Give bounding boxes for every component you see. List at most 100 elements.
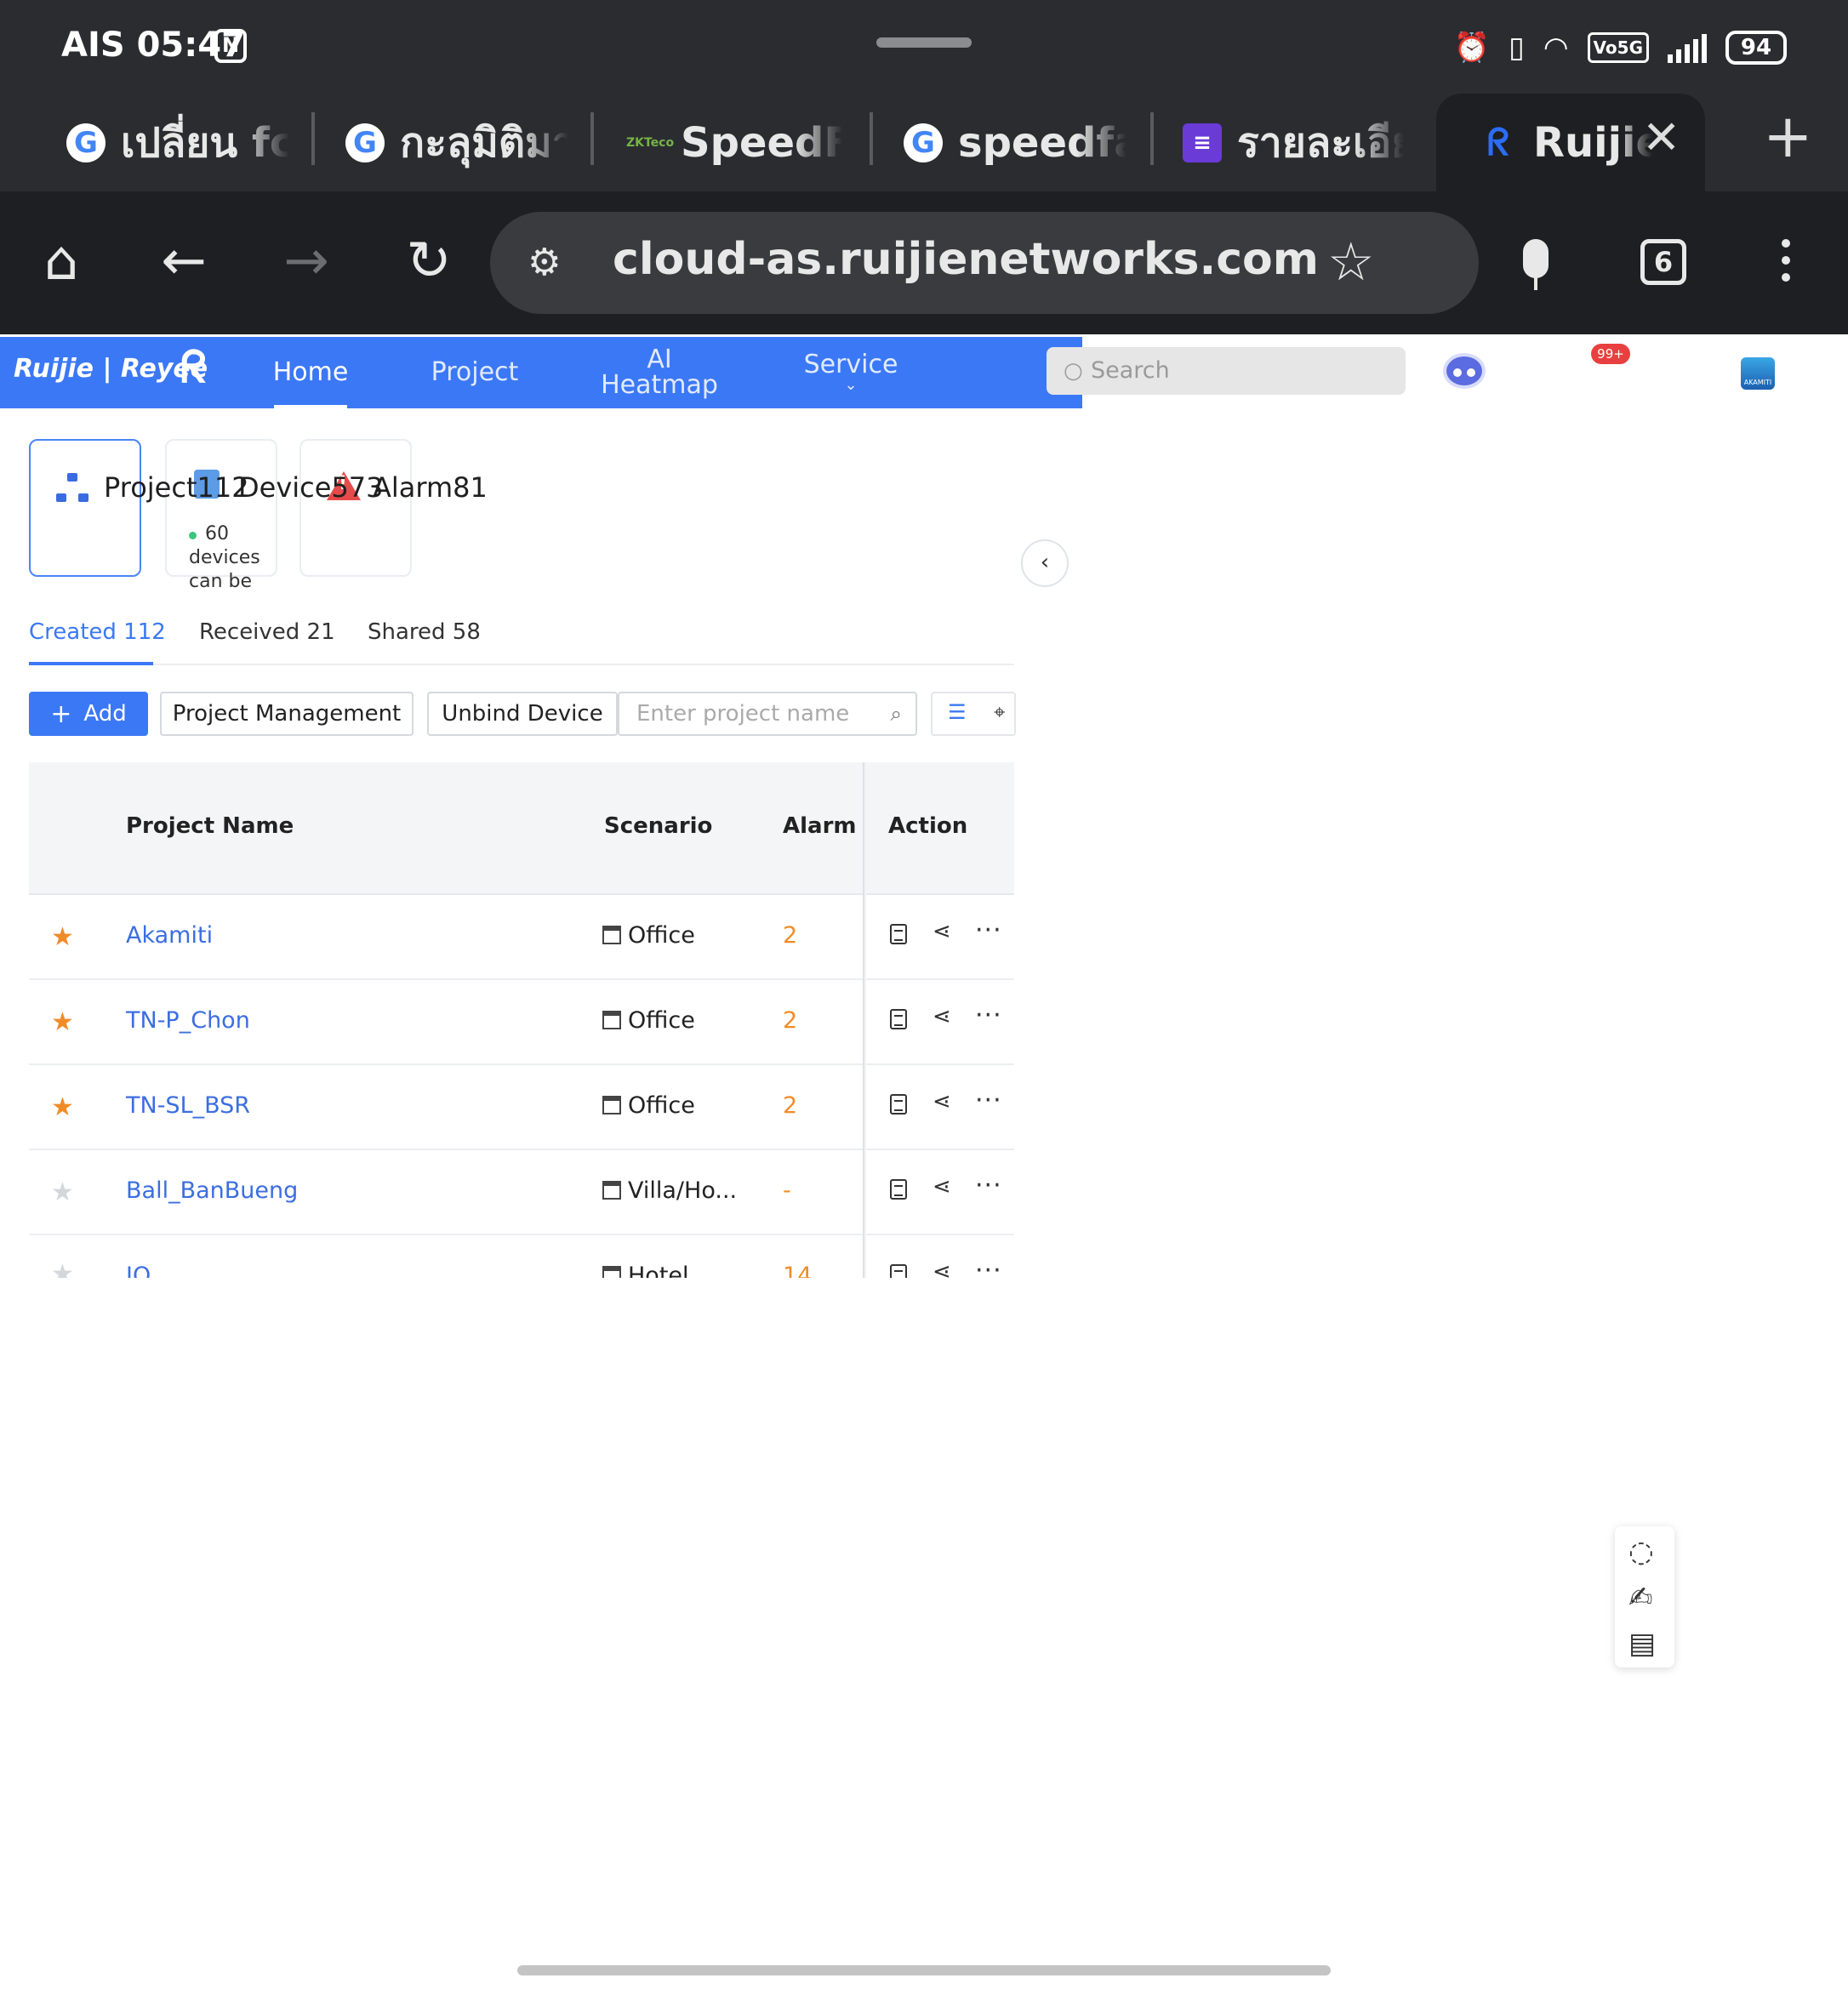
col-scenario[interactable]: Scenario xyxy=(604,813,712,839)
tab-received[interactable]: Received 21 xyxy=(199,619,335,645)
user-avatar[interactable]: AKAMITI xyxy=(1741,357,1775,390)
details-icon[interactable] xyxy=(890,1179,907,1200)
add-button[interactable]: + Add xyxy=(29,692,148,736)
tab-shared[interactable]: Shared 58 xyxy=(368,619,481,645)
home-icon[interactable]: ⌂ xyxy=(27,227,95,295)
col-alarm[interactable]: Alarm xyxy=(783,813,857,839)
chat-icon[interactable]: ◌ xyxy=(1628,1535,1654,1569)
chevron-down-icon: ⌄ xyxy=(844,376,858,394)
nav-ai-heatmap[interactable]: AI Heatmap xyxy=(599,337,720,408)
alarm-stat-card[interactable] xyxy=(299,439,412,577)
alarm-count[interactable]: 2 xyxy=(783,922,797,949)
star-icon[interactable]: ★ xyxy=(51,1092,74,1122)
alarm-clock-icon: ⏰ xyxy=(1453,31,1491,65)
list-view-icon[interactable]: ☰ xyxy=(948,700,967,724)
details-icon[interactable] xyxy=(890,1264,907,1278)
share-icon[interactable]: ⋖ xyxy=(933,1259,951,1278)
map-view-icon[interactable]: ⌖ xyxy=(994,700,1006,724)
address-bar[interactable]: ⚙ cloud-as.ruijienetworks.com/macc! ☆ xyxy=(490,212,1479,314)
site-settings-icon[interactable]: ⚙ xyxy=(528,241,561,284)
microphone-icon[interactable] xyxy=(1523,239,1549,278)
more-icon[interactable]: ··· xyxy=(975,1171,1002,1200)
back-icon[interactable]: ← xyxy=(150,227,218,295)
reload-icon[interactable]: ↻ xyxy=(395,227,463,295)
scenario-cell: Hotel xyxy=(602,1263,689,1278)
star-icon[interactable]: ★ xyxy=(51,1259,74,1278)
alarm-count[interactable]: - xyxy=(783,1177,791,1204)
bookmark-star-icon[interactable]: ☆ xyxy=(1327,231,1375,293)
details-icon[interactable] xyxy=(890,1094,907,1115)
col-action: Action xyxy=(888,813,968,839)
col-project-name[interactable]: Project Name xyxy=(126,813,294,839)
project-subtabs: Created 112 Received 21 Shared 58 xyxy=(29,613,1014,665)
more-icon[interactable]: ··· xyxy=(975,1086,1002,1115)
view-toggle[interactable]: ☰ ⌖ xyxy=(931,692,1016,736)
tab-count-button[interactable]: 6 xyxy=(1640,239,1686,285)
vibrate-icon: ▯ xyxy=(1509,31,1525,65)
nav-home[interactable]: Home xyxy=(273,337,348,408)
scenario-text: Office xyxy=(628,922,695,949)
details-icon[interactable] xyxy=(890,924,907,944)
ruijie-icon: ᖇ xyxy=(1486,120,1510,164)
url-text[interactable]: cloud-as.ruijienetworks.com/macc! xyxy=(613,234,1319,285)
project-name-link[interactable]: TN-P_Chon xyxy=(126,1007,250,1034)
star-icon[interactable]: ★ xyxy=(51,922,74,952)
project-stat-text: Project112 xyxy=(104,471,249,504)
alarm-count[interactable]: 2 xyxy=(783,1007,797,1034)
assistant-robot-icon[interactable] xyxy=(1443,353,1486,389)
gesture-home-bar[interactable] xyxy=(517,1965,1331,1975)
tab-4[interactable]: G speedfac xyxy=(904,94,1126,191)
site-search-placeholder: Search xyxy=(1091,357,1170,384)
tab-2[interactable]: G กะลุมิติมา xyxy=(345,94,568,191)
project-search-input[interactable]: Enter project name ⌕ xyxy=(618,692,917,736)
project-stat-card[interactable] xyxy=(29,439,141,577)
tab-created[interactable]: Created 112 xyxy=(29,619,166,645)
nav-service[interactable]: Service ⌄ xyxy=(800,337,902,408)
collapse-panel-button[interactable]: ‹ xyxy=(1021,539,1069,587)
nav-project[interactable]: Project xyxy=(431,337,519,408)
status-bar: AIS 05:47 N ⏰ ▯ ◠ Vo5G 94 xyxy=(0,0,1848,94)
share-icon[interactable]: ⋖ xyxy=(933,919,951,944)
villa-icon xyxy=(602,1181,621,1200)
site-search-input[interactable]: ○ Search xyxy=(1047,347,1406,395)
google-icon: G xyxy=(345,123,385,162)
active-tab-indicator xyxy=(29,662,153,665)
project-tree-icon xyxy=(56,473,88,504)
tab-3[interactable]: ZKTeco SpeedFa xyxy=(626,94,842,191)
unbind-device-button[interactable]: Unbind Device xyxy=(427,692,618,736)
project-management-button[interactable]: Project Management xyxy=(160,692,414,736)
share-icon[interactable]: ⋖ xyxy=(933,1004,951,1029)
menu-icon[interactable] xyxy=(1777,239,1795,282)
close-tab-icon[interactable]: ✕ xyxy=(1642,111,1680,164)
star-icon[interactable]: ★ xyxy=(51,1007,74,1037)
alarm-count[interactable]: 14 xyxy=(783,1263,812,1278)
tab-1[interactable]: G เปลี่ยน fc xyxy=(66,94,289,191)
alarm-count[interactable]: 2 xyxy=(783,1092,797,1119)
nfc-icon: N xyxy=(214,29,247,63)
office-icon xyxy=(602,1096,621,1115)
project-name-link[interactable]: TN-SL_BSR xyxy=(126,1092,250,1119)
details-icon[interactable] xyxy=(890,1009,907,1029)
ruijie-logo[interactable]: Ruijie | Reyee ᖇ xyxy=(14,342,208,393)
more-icon[interactable]: ··· xyxy=(975,915,1002,945)
share-icon[interactable]: ⋖ xyxy=(933,1174,951,1200)
clipboard-icon[interactable]: ▤ xyxy=(1628,1627,1656,1661)
share-icon[interactable]: ⋖ xyxy=(933,1089,951,1115)
action-column-shadow xyxy=(863,762,866,1278)
more-icon[interactable]: ··· xyxy=(975,1256,1002,1278)
more-icon[interactable]: ··· xyxy=(975,1000,1002,1030)
scenario-text: Hotel xyxy=(628,1263,689,1278)
nav-service-label: Service xyxy=(803,350,898,379)
feedback-icon[interactable]: ✍ xyxy=(1628,1581,1653,1615)
notification-badge[interactable]: 99+ xyxy=(1591,344,1630,364)
zkteco-icon: ZKTeco xyxy=(626,135,675,150)
star-icon[interactable]: ★ xyxy=(51,1177,74,1207)
project-name-link[interactable]: IO xyxy=(126,1263,151,1278)
project-name-link[interactable]: Ball_BanBueng xyxy=(126,1177,298,1204)
microphone-stem xyxy=(1534,276,1537,290)
new-tab-icon[interactable]: + xyxy=(1763,106,1813,166)
tab-5[interactable]: ≡ รายละเอีย xyxy=(1183,94,1404,191)
forward-icon[interactable]: → xyxy=(272,227,340,295)
drag-handle[interactable] xyxy=(876,37,972,48)
project-name-link[interactable]: Akamiti xyxy=(126,922,213,949)
